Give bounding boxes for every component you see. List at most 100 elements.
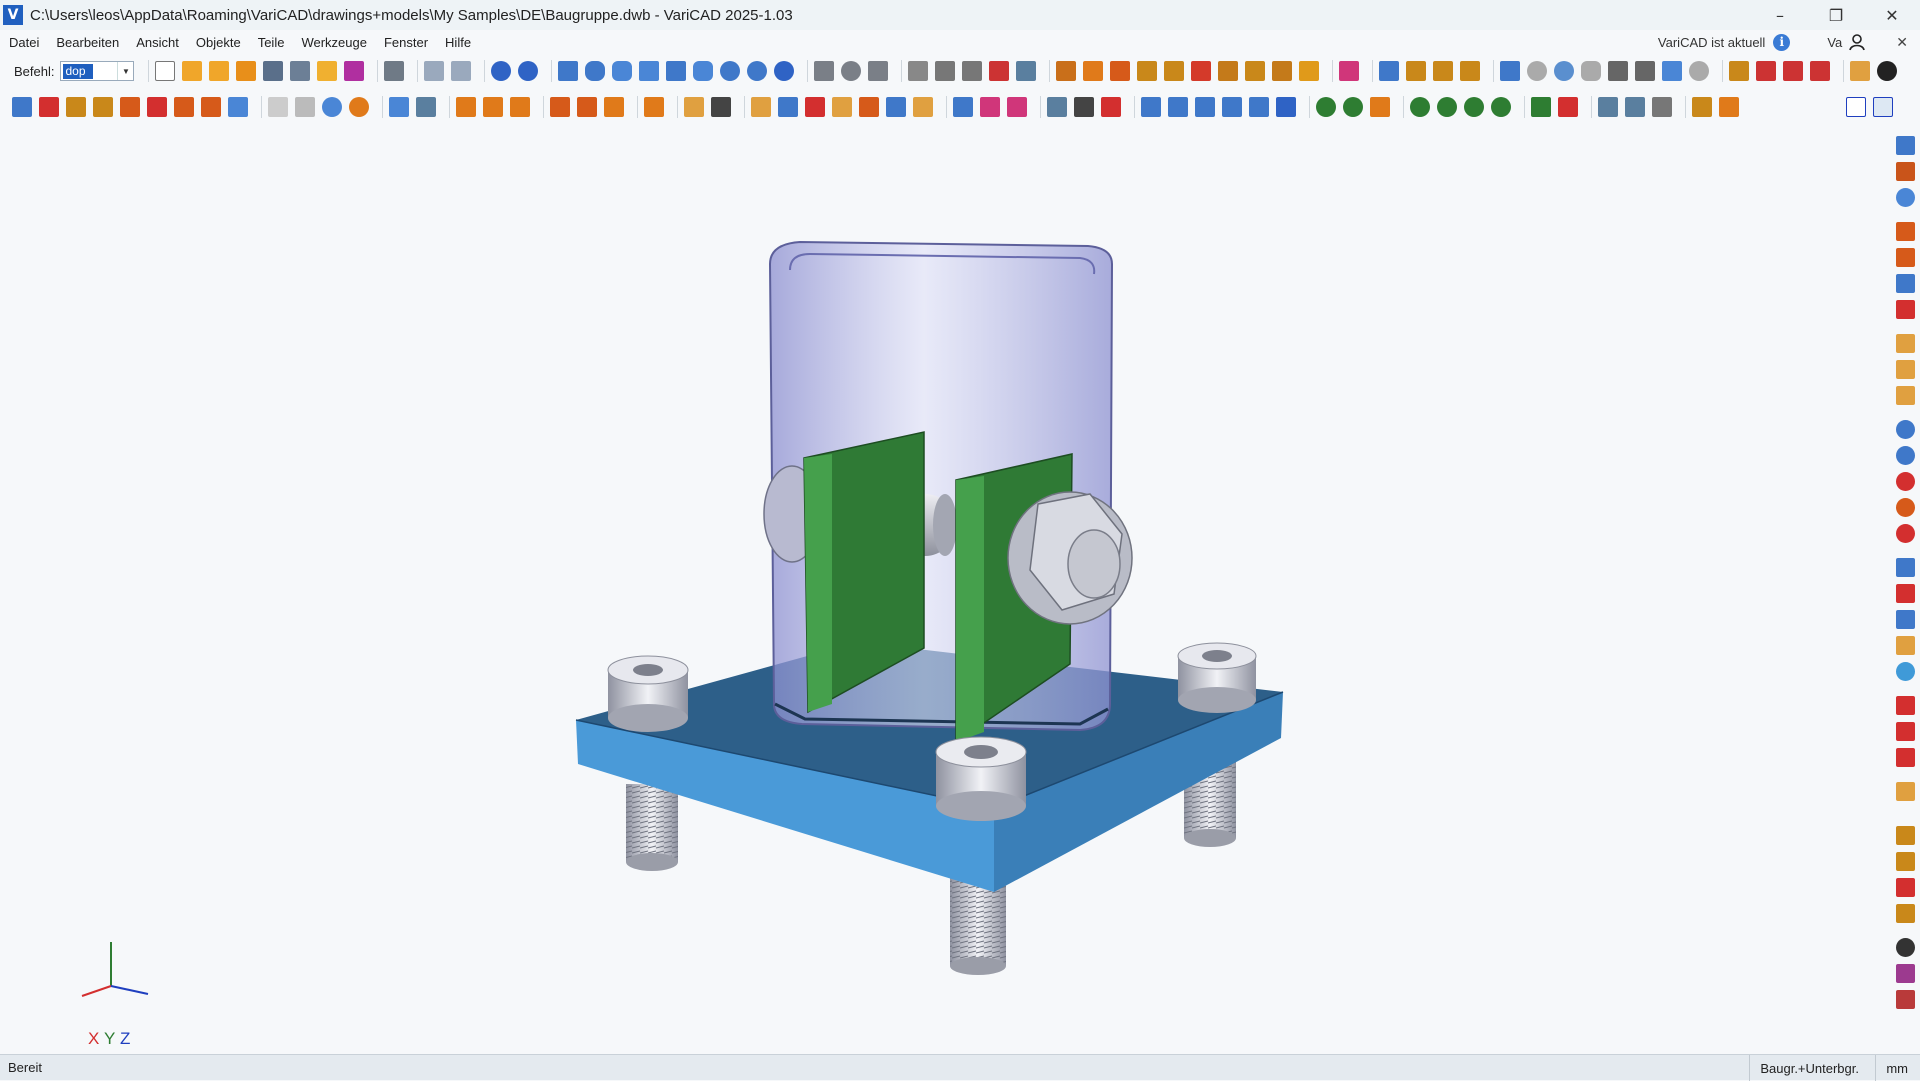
workspace-icon[interactable] [1598, 97, 1618, 117]
sidebar-tool-13-icon[interactable] [1896, 472, 1915, 491]
sidebar-tool-29-icon[interactable] [1896, 938, 1915, 957]
boolean-subtract-icon[interactable] [1083, 61, 1104, 81]
query-4-icon[interactable] [1810, 61, 1831, 81]
box-outline-icon[interactable] [644, 97, 664, 117]
ring-icon[interactable] [1527, 61, 1548, 81]
copy-icon[interactable] [424, 61, 445, 81]
insert-part-icon[interactable] [483, 97, 503, 117]
sidebar-tool-18-icon[interactable] [1896, 610, 1915, 629]
sidebar-tool-19-icon[interactable] [1896, 636, 1915, 655]
save-all-icon[interactable] [290, 61, 311, 81]
copy-object-icon[interactable] [93, 97, 113, 117]
measure-icon[interactable] [1339, 61, 1360, 81]
check-7-icon[interactable] [913, 97, 933, 117]
sidebar-tool-17-icon[interactable] [1896, 584, 1915, 603]
wireframe-icon[interactable] [268, 97, 288, 117]
coordinate-icon[interactable] [953, 97, 973, 117]
check-2-icon[interactable] [778, 97, 798, 117]
redo-icon[interactable] [518, 61, 539, 81]
zoom-previous-icon[interactable] [1316, 97, 1336, 117]
open-recent-icon[interactable] [209, 61, 230, 81]
boolean-cut-icon[interactable] [1110, 61, 1131, 81]
render-icon[interactable] [349, 97, 369, 117]
check-3-icon[interactable] [805, 97, 825, 117]
sidebar-tool-4-icon[interactable] [1896, 222, 1915, 241]
truncated-cone-icon[interactable] [693, 61, 714, 81]
view-front-icon[interactable] [1222, 97, 1242, 117]
sphere-solid-icon[interactable] [774, 61, 795, 81]
section-icon[interactable] [980, 97, 1000, 117]
loft-icon[interactable] [962, 61, 983, 81]
sidebar-tool-31-icon[interactable] [1896, 990, 1915, 1009]
sidebar-tool-12-icon[interactable] [1896, 446, 1915, 465]
3d-viewport[interactable]: X Y Z [0, 124, 1888, 1051]
check-4-icon[interactable] [832, 97, 852, 117]
hole-icon[interactable] [1500, 61, 1521, 81]
sidebar-tool-3-icon[interactable] [1896, 188, 1915, 207]
export-2d-icon[interactable] [1101, 97, 1121, 117]
prism-solid-icon[interactable] [666, 61, 687, 81]
view-iso-icon[interactable] [1276, 97, 1296, 117]
cap-screw-right[interactable] [1177, 642, 1257, 713]
array-icon[interactable] [174, 97, 194, 117]
cone-solid-icon[interactable] [612, 61, 633, 81]
workspace-2-icon[interactable] [1625, 97, 1645, 117]
cap-screw-front[interactable] [935, 736, 1027, 821]
box-solid-icon[interactable] [558, 61, 579, 81]
sheet-metal-icon[interactable] [1608, 61, 1629, 81]
cog-icon[interactable] [1635, 61, 1656, 81]
delete-icon[interactable] [39, 97, 59, 117]
check-6-icon[interactable] [886, 97, 906, 117]
sidebar-tool-6-icon[interactable] [1896, 274, 1915, 293]
surface-icon[interactable] [1016, 61, 1037, 81]
minimize-button[interactable]: – [1752, 0, 1808, 30]
spring-icon[interactable] [868, 61, 889, 81]
check-5-icon[interactable] [859, 97, 879, 117]
toolbar-dropdown-icon[interactable] [1877, 61, 1898, 81]
sidebar-tool-11-icon[interactable] [1896, 420, 1915, 439]
sidebar-tool-9-icon[interactable] [1896, 360, 1915, 379]
user-label[interactable]: Va [1827, 35, 1842, 50]
helix-icon[interactable] [908, 61, 929, 81]
dimension-icon[interactable] [711, 97, 731, 117]
user-icon[interactable] [1848, 33, 1866, 51]
edge-blend-icon[interactable] [1218, 61, 1239, 81]
sidebar-tool-27-icon[interactable] [1896, 878, 1915, 897]
thread-icon[interactable] [814, 61, 835, 81]
sidebar-tool-21-icon[interactable] [1896, 696, 1915, 715]
command-dropdown-icon[interactable]: ▼ [117, 62, 133, 80]
pan-up-icon[interactable] [1531, 97, 1551, 117]
rebuild-icon[interactable] [604, 97, 624, 117]
wire-icon[interactable] [1689, 61, 1710, 81]
query-2-icon[interactable] [1756, 61, 1777, 81]
varicad-app-icon[interactable]: V [3, 5, 23, 25]
mirror-icon[interactable] [120, 97, 140, 117]
menu-fenster[interactable]: Fenster [384, 35, 428, 50]
open-file-icon[interactable] [182, 61, 203, 81]
zoom-in-icon[interactable] [1464, 97, 1484, 117]
revolve-icon[interactable] [841, 61, 862, 81]
shell-icon[interactable] [935, 61, 956, 81]
sidebar-tool-28-icon[interactable] [1896, 904, 1915, 923]
sphere-view-icon[interactable] [1554, 61, 1575, 81]
zoom-real-icon[interactable] [1491, 97, 1511, 117]
section-2-icon[interactable] [1007, 97, 1027, 117]
status-mode[interactable]: Baugr.+Unterbgr. [1749, 1055, 1869, 1081]
switch-2d-icon[interactable] [1846, 97, 1866, 117]
menu-hilfe[interactable]: Hilfe [445, 35, 471, 50]
sidebar-tool-22-icon[interactable] [1896, 722, 1915, 741]
undo-icon[interactable] [491, 61, 512, 81]
align-2-icon[interactable] [1168, 97, 1188, 117]
group-icon[interactable] [201, 97, 221, 117]
panel-close-icon[interactable]: ✕ [1896, 34, 1908, 51]
restore-button[interactable]: ❐ [1808, 0, 1864, 30]
sidebar-tool-14-icon[interactable] [1896, 498, 1915, 517]
clear-icon[interactable] [1850, 61, 1871, 81]
chamfer-icon[interactable] [1164, 61, 1185, 81]
sidebar-tool-15-icon[interactable] [1896, 524, 1915, 543]
link-icon[interactable] [550, 97, 570, 117]
bolt-library-icon[interactable] [1460, 61, 1481, 81]
zoom-out-icon[interactable] [1437, 97, 1457, 117]
bom-icon[interactable] [1074, 97, 1094, 117]
visibility-icon[interactable] [416, 97, 436, 117]
